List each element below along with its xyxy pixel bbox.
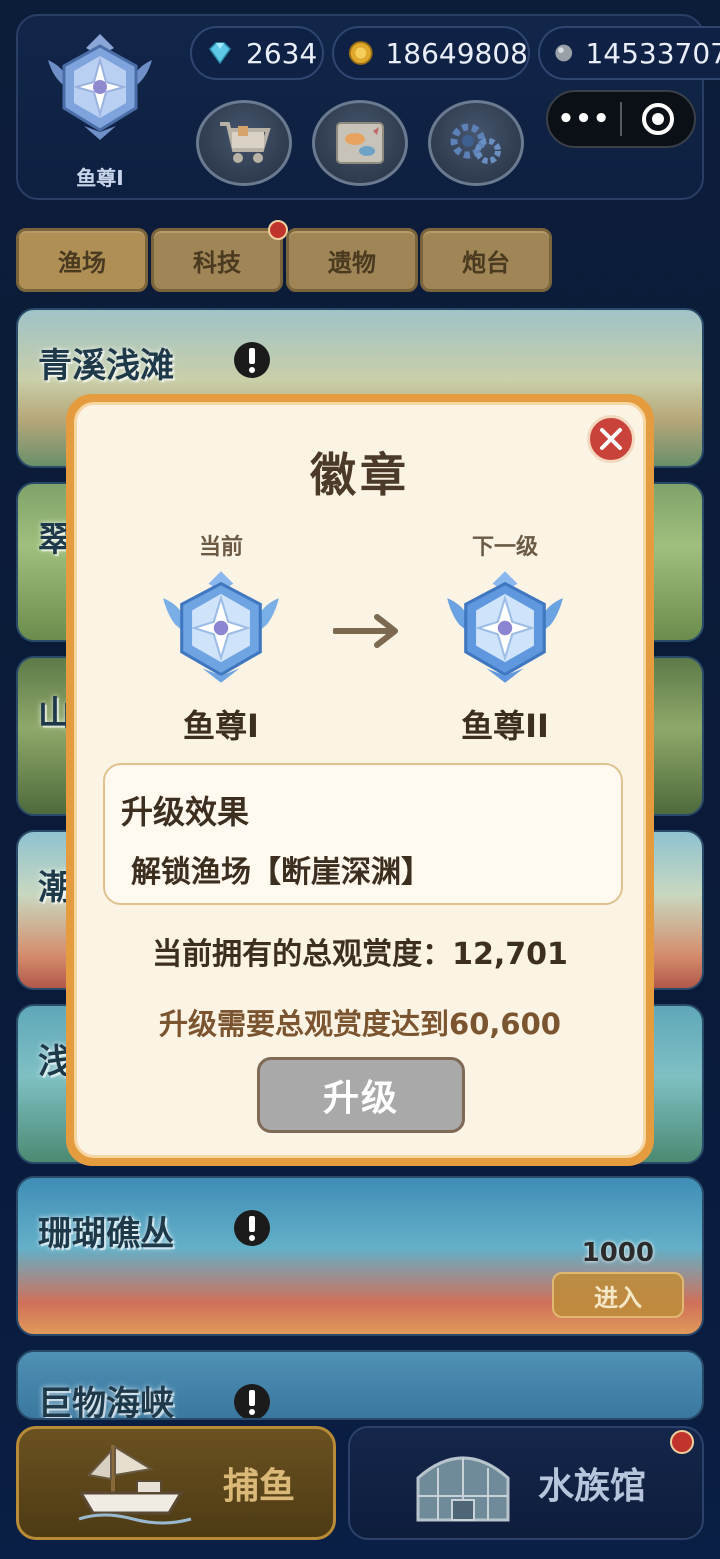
dialog-body: 徽章 当前 下一级 鱼尊I 鱼尊II 升级效果 解锁渔场【断崖深渊】 当前拥有的…	[74, 402, 646, 1158]
owned-appreciation-text: 当前拥有的总观赏度：12,701	[152, 937, 568, 972]
aquarium-notification-dot	[670, 1430, 694, 1454]
next-rank-name: 鱼尊II	[461, 707, 549, 745]
technology-notification-dot	[268, 220, 288, 240]
ground-card[interactable]: 巨物海峡	[16, 1350, 704, 1420]
close-icon	[600, 428, 622, 450]
aquarium-nav-button[interactable]: 水族馆	[348, 1426, 704, 1540]
tab-relics[interactable]: 遗物	[286, 228, 418, 292]
diamond-icon	[209, 42, 231, 65]
ground-name: 巨物海峡	[38, 1384, 174, 1420]
arrow-right-icon	[333, 614, 398, 648]
warning-icon	[234, 1384, 270, 1418]
fishing-boat-icon	[78, 1445, 192, 1525]
tab-technology[interactable]: 科技	[151, 228, 283, 292]
effect-title: 升级效果	[121, 793, 250, 831]
gold-amount: 18649808	[385, 36, 528, 70]
more-menu-button[interactable]: •••	[548, 104, 620, 134]
fishing-nav-label: 捕鱼	[223, 1466, 296, 1507]
current-rank-badge-icon	[163, 571, 279, 683]
aquarium-nav-label: 水族馆	[538, 1466, 647, 1507]
tab-turret[interactable]: 炮台	[420, 228, 552, 292]
fish-book-icon	[336, 122, 384, 164]
tab-fishing-ground[interactable]: 渔场	[16, 228, 148, 292]
gold-coin-icon	[348, 41, 373, 65]
ground-card[interactable]: 珊瑚礁丛 1000 进入	[16, 1176, 704, 1336]
entry-cost: 1000	[581, 1238, 654, 1268]
upgrade-button[interactable]: 升级	[257, 1057, 465, 1133]
badge-upgrade-dialog: 徽章 当前 下一级 鱼尊I 鱼尊II 升级效果 解锁渔场【断崖深渊】 当前拥有的…	[66, 394, 654, 1166]
settings-button[interactable]	[428, 100, 524, 186]
ground-name: 青溪浅滩	[38, 346, 174, 386]
dialog-title: 徽章	[310, 448, 410, 502]
encyclopedia-button[interactable]	[312, 100, 408, 186]
gem-counter[interactable]: 2634	[190, 26, 324, 80]
player-header: 鱼尊I 2634 18649808 14533707 •••	[16, 14, 720, 200]
greenhouse-aquarium-icon	[416, 1456, 510, 1522]
next-rank-badge-icon	[447, 571, 563, 683]
current-rank-name: 鱼尊I	[183, 707, 259, 745]
rank-label: 鱼尊I	[76, 166, 124, 190]
close-button[interactable]	[587, 415, 635, 463]
ground-name: 珊瑚礁丛	[38, 1214, 174, 1254]
gem-amount: 2634	[246, 36, 318, 70]
gear-icon	[450, 123, 501, 164]
shopping-cart-icon	[220, 122, 271, 163]
upgrade-effect-panel: 升级效果 解锁渔场【断崖深渊】	[103, 763, 623, 905]
miniprogram-capsule: •••	[546, 90, 696, 148]
shop-button[interactable]	[196, 100, 292, 186]
target-circle-icon	[642, 103, 674, 135]
effect-description: 解锁渔场【断崖深渊】	[131, 855, 431, 890]
rank-badge-icon[interactable]	[40, 30, 160, 142]
pearl-icon	[555, 44, 573, 62]
fishing-nav-button[interactable]: 捕鱼	[16, 1426, 336, 1540]
pearl-amount: 14533707	[585, 36, 720, 70]
current-label: 当前	[198, 535, 243, 560]
next-level-label: 下一级	[471, 535, 538, 560]
enter-button[interactable]: 进入	[552, 1272, 684, 1318]
pearl-counter[interactable]: 14533707	[538, 26, 720, 80]
warning-icon	[234, 1210, 270, 1246]
required-appreciation-text: 升级需要总观赏度达到60,600	[159, 1007, 561, 1041]
close-app-button[interactable]	[622, 102, 694, 136]
warning-icon	[234, 342, 270, 378]
gold-counter[interactable]: 18649808	[332, 26, 530, 80]
